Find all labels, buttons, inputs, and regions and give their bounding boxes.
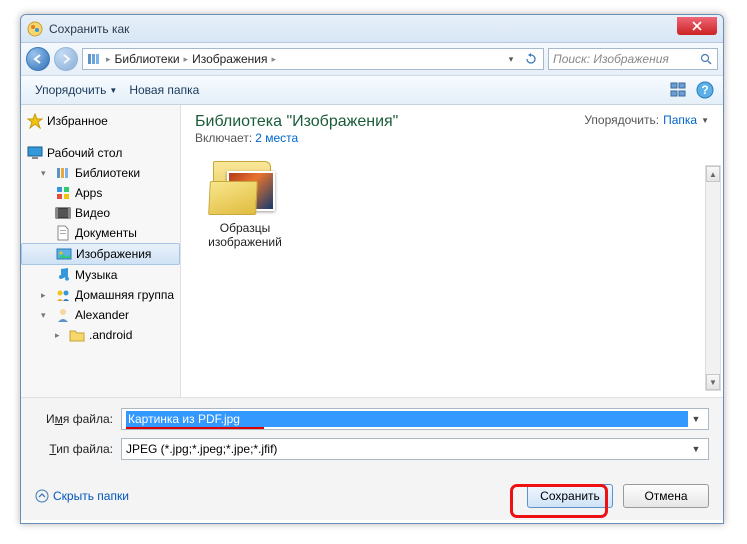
music-icon bbox=[55, 267, 71, 283]
organize-button[interactable]: Упорядочить▼ bbox=[29, 80, 123, 100]
tree-user[interactable]: ▾Alexander bbox=[21, 305, 180, 325]
homegroup-icon bbox=[55, 287, 71, 303]
chevron-down-icon: ▼ bbox=[109, 86, 117, 95]
save-as-dialog: Сохранить как ▸ Библиотеки ▸ Изображения… bbox=[20, 14, 724, 524]
button-area: Скрыть папки Сохранить Отмена bbox=[21, 474, 723, 520]
form-area: Имя файла: Картинка из PDF.jpg ▼ Тип фай… bbox=[21, 398, 723, 474]
breadcrumb-libraries[interactable]: Библиотеки bbox=[115, 52, 180, 66]
filetype-value: JPEG (*.jpg;*.jpeg;*.jpe;*.jfif) bbox=[126, 442, 688, 456]
chevron-right-icon: ▸ bbox=[272, 54, 277, 65]
navigation-tree[interactable]: Избранное Рабочий стол ▾Библиотеки Apps … bbox=[21, 105, 181, 397]
star-icon bbox=[27, 113, 43, 129]
filename-input[interactable]: Картинка из PDF.jpg ▼ bbox=[121, 408, 709, 430]
filetype-label: Тип файла: bbox=[35, 442, 113, 456]
library-title: Библиотека "Изображения" bbox=[195, 113, 398, 131]
includes-label: Включает: bbox=[195, 131, 252, 145]
scroll-up-icon[interactable]: ▲ bbox=[706, 166, 720, 182]
expand-icon[interactable]: ▾ bbox=[41, 168, 51, 179]
user-icon bbox=[55, 307, 71, 323]
tree-music[interactable]: Музыка bbox=[21, 265, 180, 285]
forward-button[interactable] bbox=[54, 47, 78, 71]
save-button[interactable]: Сохранить bbox=[527, 484, 613, 508]
dropdown-button[interactable]: ▾ bbox=[502, 50, 520, 68]
address-bar[interactable]: ▸ Библиотеки ▸ Изображения ▸ ▾ bbox=[82, 48, 544, 70]
filename-value: Картинка из PDF.jpg bbox=[126, 411, 688, 427]
tree-homegroup[interactable]: ▸Домашняя группа bbox=[21, 285, 180, 305]
expand-icon[interactable]: ▸ bbox=[41, 290, 51, 301]
navigation-bar: ▸ Библиотеки ▸ Изображения ▸ ▾ Поиск: Из… bbox=[21, 43, 723, 75]
pictures-icon bbox=[56, 246, 72, 262]
cancel-button[interactable]: Отмена bbox=[623, 484, 709, 508]
document-icon bbox=[55, 225, 71, 241]
tree-videos[interactable]: Видео bbox=[21, 203, 180, 223]
library-icon bbox=[55, 165, 71, 181]
close-icon bbox=[692, 21, 702, 31]
tree-android[interactable]: ▸.android bbox=[21, 325, 180, 345]
window-title: Сохранить как bbox=[49, 22, 677, 36]
chevron-up-icon bbox=[35, 489, 49, 503]
folder-icon bbox=[69, 327, 85, 343]
apps-icon bbox=[55, 185, 71, 201]
tree-documents[interactable]: Документы bbox=[21, 223, 180, 243]
close-button[interactable] bbox=[677, 17, 717, 35]
refresh-icon bbox=[525, 53, 537, 65]
tree-apps[interactable]: Apps bbox=[21, 183, 180, 203]
arrow-right-icon bbox=[60, 53, 72, 65]
video-icon bbox=[55, 205, 71, 221]
scrollbar[interactable]: ▲ ▼ bbox=[705, 165, 721, 391]
breadcrumb-pictures[interactable]: Изображения bbox=[192, 52, 267, 66]
app-icon bbox=[27, 21, 43, 37]
body: Избранное Рабочий стол ▾Библиотеки Apps … bbox=[21, 105, 723, 397]
content-pane[interactable]: Библиотека "Изображения" Включает: 2 мес… bbox=[181, 105, 723, 397]
scroll-down-icon[interactable]: ▼ bbox=[706, 374, 720, 390]
sort-label: Упорядочить: bbox=[584, 113, 659, 127]
folder-thumbnail bbox=[209, 161, 281, 217]
tree-desktop[interactable]: Рабочий стол bbox=[21, 143, 180, 163]
folder-samples[interactable]: Образцы изображений bbox=[195, 161, 295, 249]
expand-icon[interactable]: ▸ bbox=[55, 330, 65, 341]
chevron-right-icon: ▸ bbox=[106, 54, 111, 65]
chevron-down-icon[interactable]: ▼ bbox=[688, 414, 704, 424]
help-icon[interactable]: ? bbox=[695, 80, 715, 100]
arrow-left-icon bbox=[32, 53, 44, 65]
chevron-right-icon: ▸ bbox=[184, 54, 189, 65]
includes-link[interactable]: 2 места bbox=[255, 131, 298, 145]
hide-folders-link[interactable]: Скрыть папки bbox=[35, 489, 129, 503]
folder-label: Образцы изображений bbox=[195, 221, 295, 249]
library-icon bbox=[86, 51, 102, 67]
new-folder-button[interactable]: Новая папка bbox=[123, 80, 205, 100]
filename-label: Имя файла: bbox=[35, 412, 113, 426]
svg-text:?: ? bbox=[701, 83, 708, 97]
filetype-select[interactable]: JPEG (*.jpg;*.jpeg;*.jpe;*.jfif) ▼ bbox=[121, 438, 709, 460]
search-input[interactable]: Поиск: Изображения bbox=[548, 48, 718, 70]
chevron-down-icon[interactable]: ▼ bbox=[688, 444, 704, 454]
search-placeholder: Поиск: Изображения bbox=[553, 52, 696, 66]
back-button[interactable] bbox=[26, 47, 50, 71]
expand-icon[interactable]: ▾ bbox=[41, 310, 51, 321]
tree-favorites[interactable]: Избранное bbox=[21, 111, 180, 131]
view-icon[interactable] bbox=[669, 80, 689, 100]
chevron-down-icon: ▼ bbox=[701, 116, 709, 125]
sort-value[interactable]: Папка bbox=[663, 113, 697, 127]
refresh-button[interactable] bbox=[522, 50, 540, 68]
search-icon bbox=[700, 53, 713, 66]
chevron-down-icon: ▾ bbox=[509, 54, 514, 65]
titlebar[interactable]: Сохранить как bbox=[21, 15, 723, 43]
toolbar: Упорядочить▼ Новая папка ? bbox=[21, 75, 723, 105]
tree-pictures[interactable]: Изображения bbox=[21, 243, 180, 265]
desktop-icon bbox=[27, 145, 43, 161]
tree-libraries[interactable]: ▾Библиотеки bbox=[21, 163, 180, 183]
